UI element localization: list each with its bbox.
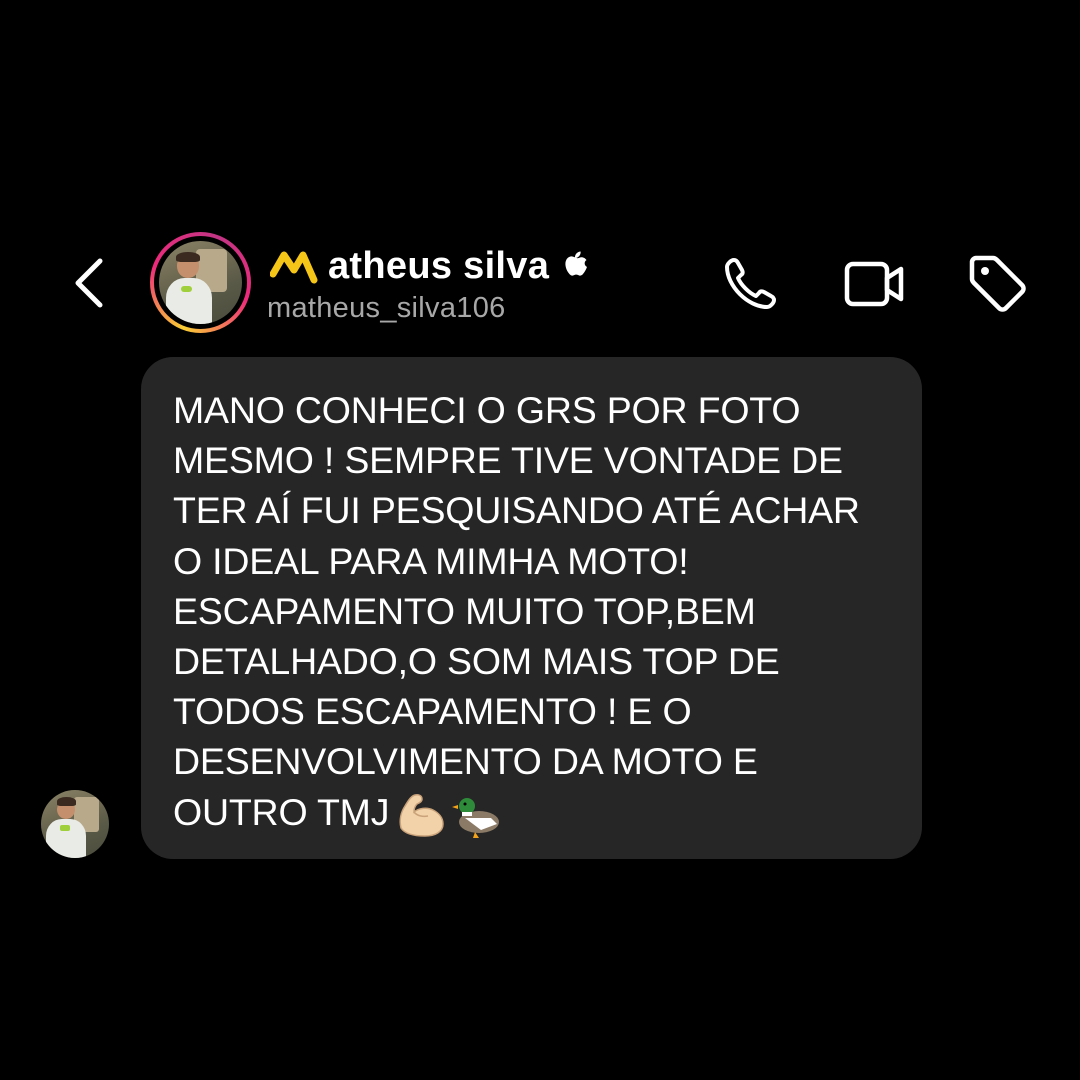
apple-logo-icon [565,251,588,276]
sender-avatar[interactable] [41,790,109,858]
duck-emoji-icon [452,797,500,838]
video-camera-icon[interactable] [844,252,906,314]
dm-thread-screen: atheus silva matheus_silva106 MANO CONHE… [0,0,1080,1080]
message-text: MANO CONHECI O GRS POR FOTO MESMO ! SEMP… [173,389,860,833]
display-name: atheus silva [328,244,550,287]
avatar [159,241,242,324]
username: matheus_silva106 [267,292,506,324]
m-logo-icon [270,251,318,284]
flexed-biceps-emoji-icon [399,793,445,837]
message-bubble[interactable]: MANO CONHECI O GRS POR FOTO MESMO ! SEMP… [141,357,922,859]
message-emojis [395,790,503,840]
tag-icon[interactable] [966,252,1028,314]
profile-avatar-story-ring[interactable] [150,232,251,333]
profile-name-row[interactable]: atheus silva [270,240,591,292]
chevron-left-icon[interactable] [70,255,110,311]
phone-icon[interactable] [720,252,782,314]
